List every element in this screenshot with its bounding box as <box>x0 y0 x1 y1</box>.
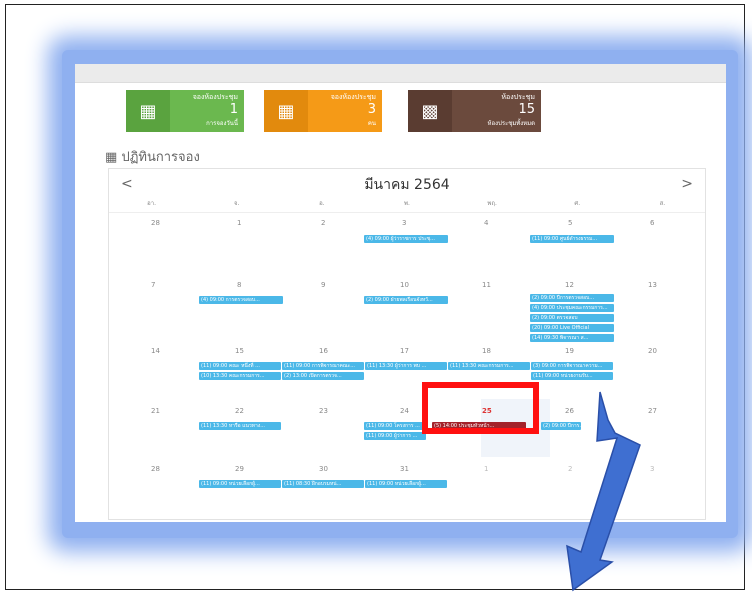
double-arrow-shape <box>566 391 641 592</box>
double-arrow-annotation <box>566 391 641 592</box>
